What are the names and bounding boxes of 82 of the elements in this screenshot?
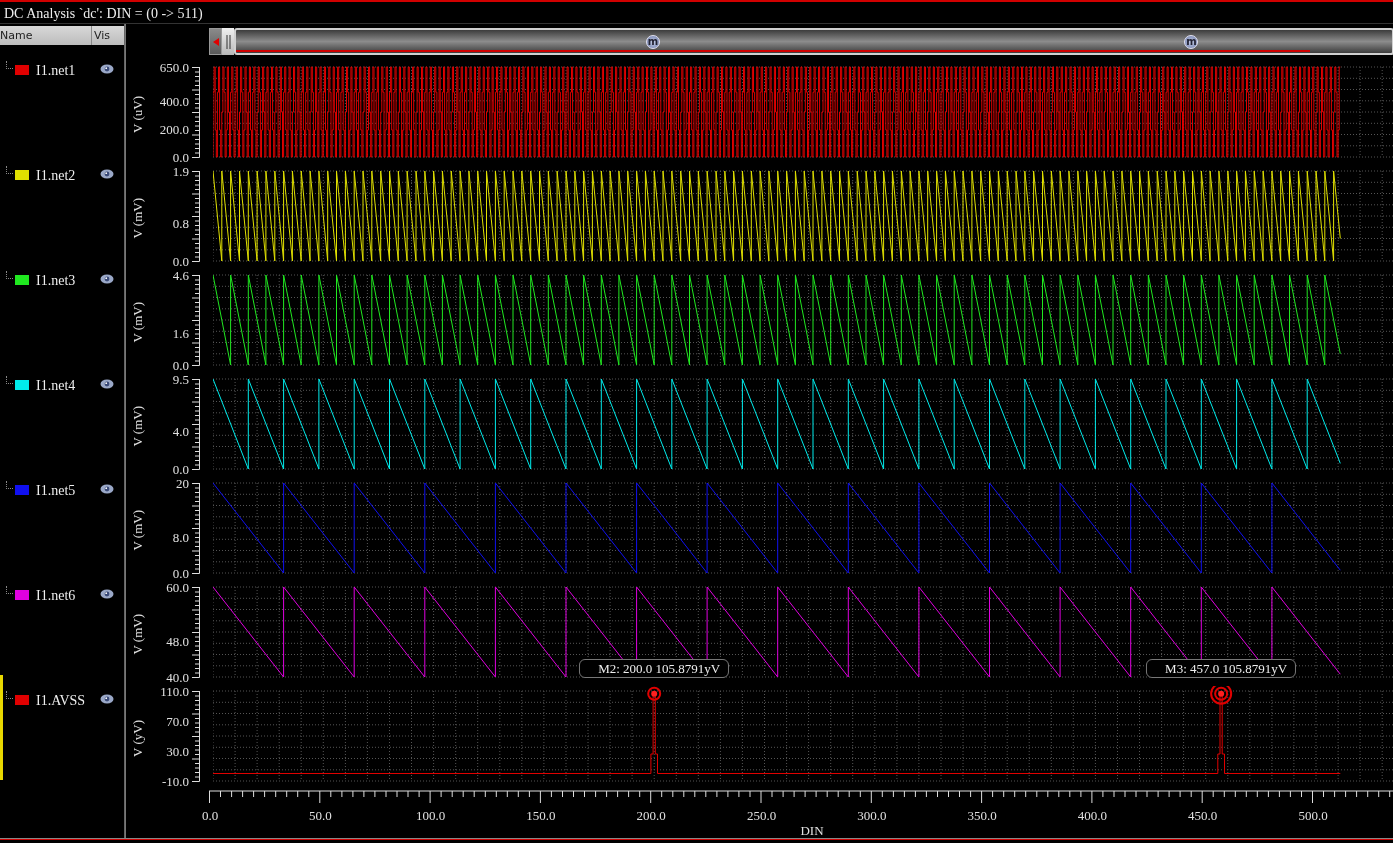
tick-label: 0.0 [172,462,189,476]
tick-label: 500.0 [1298,808,1328,824]
tree-line [6,586,13,594]
tick-label: 400.0 [1077,808,1107,824]
tree-line [6,691,13,699]
signal-row[interactable]: I1.net2 [0,150,124,255]
tick-label: 8.0 [172,530,189,544]
tick-label: 70.0 [166,714,189,728]
tick-label: 20 [176,476,189,490]
target-icon[interactable] [647,686,662,701]
signal-name: I1.net5 [36,483,77,498]
eye-icon[interactable] [100,169,114,179]
tick-label: 350.0 [967,808,997,824]
marker-handle[interactable]: m [646,35,660,49]
signal-row[interactable]: I1.net6 [0,570,124,675]
tick-label: 4.0 [172,424,189,438]
signal-name: I1.net1 [36,63,77,78]
signal-row[interactable]: I1.net5 [0,465,124,570]
tick-label: 200.0 [159,122,189,136]
eye-icon[interactable] [100,694,114,704]
tick-label: 0.0 [172,150,189,164]
tick-label: 1.6 [172,327,189,341]
axis-title: DIN [800,823,824,839]
tick-label: 48.0 [166,634,189,648]
tick-label: 0.0 [172,358,189,372]
eye-icon[interactable] [100,589,114,599]
tree-line [6,376,13,384]
column-header[interactable]: Name [0,26,92,45]
signal-name: I1.net6 [36,588,77,603]
tick-label: 200.0 [636,808,666,824]
tick-label: 0.8 [172,216,189,230]
eye-icon[interactable] [100,274,114,284]
axis-label: V (uV) [130,95,146,133]
axis-label: V (mV) [130,509,146,551]
signal-name: I1.net4 [36,378,77,393]
tick-label: 9.5 [172,372,189,386]
signal-row[interactable]: I1.AVSS [0,675,124,780]
tick-label: 50.0 [308,808,332,824]
axis-label: V (mV) [130,405,146,447]
eye-icon[interactable] [100,64,114,74]
tick-label: 0.0 [172,566,189,580]
tick-label: 0.0 [172,254,189,268]
signal-row[interactable]: I1.net3 [0,255,124,360]
tick-label: 60.0 [166,580,189,594]
tick-label: 30.0 [166,744,189,758]
tick-label: 1.9 [172,164,189,178]
axis-label: V (mV) [130,301,146,343]
signal-name: I1.net3 [36,273,77,288]
marker-handle[interactable]: m [1184,35,1199,49]
tick-label: 450.0 [1188,808,1218,824]
tick-label: 250.0 [746,808,777,824]
eye-icon[interactable] [100,379,114,389]
tick-label: 0.0 [201,808,219,824]
column-header[interactable]: Vis [92,26,124,45]
tick-label: 400.0 [159,95,189,109]
axis-label: V (mV) [130,613,146,655]
tick-label: 110.0 [160,684,189,698]
window-title: DC Analysis `dc': DIN = (0 -> 511) [4,6,203,21]
tree-line [6,166,13,174]
signal-row[interactable]: I1.net4 [0,360,124,465]
signal-row[interactable]: I1.net1 [0,45,124,150]
tick-label: 650.0 [159,60,189,74]
axis-label: V (mV) [130,197,146,239]
scroll-handle[interactable] [222,28,234,55]
marker-label: M3: 457.0 105.8791yV [1146,659,1297,678]
eye-icon[interactable] [100,484,114,494]
tick-label: -10.0 [161,774,189,788]
tree-line [6,481,13,489]
marker-label: M2: 200.0 105.8791yV [579,659,730,678]
target-icon[interactable] [1210,686,1233,705]
tick-label: 40.0 [166,670,189,684]
tree-line [6,271,13,279]
tick-label: 150.0 [526,808,556,824]
tree-line [6,61,13,69]
tick-label: 300.0 [857,808,887,824]
signal-name: I1.net2 [36,168,77,183]
tick-label: 4.6 [172,268,189,282]
axis-label: V (yV) [130,719,146,757]
scroll-track[interactable]: m m [234,28,1393,55]
signal-name: I1.AVSS [36,693,87,708]
tick-label: 100.0 [415,808,446,824]
caret-icon [212,37,219,46]
